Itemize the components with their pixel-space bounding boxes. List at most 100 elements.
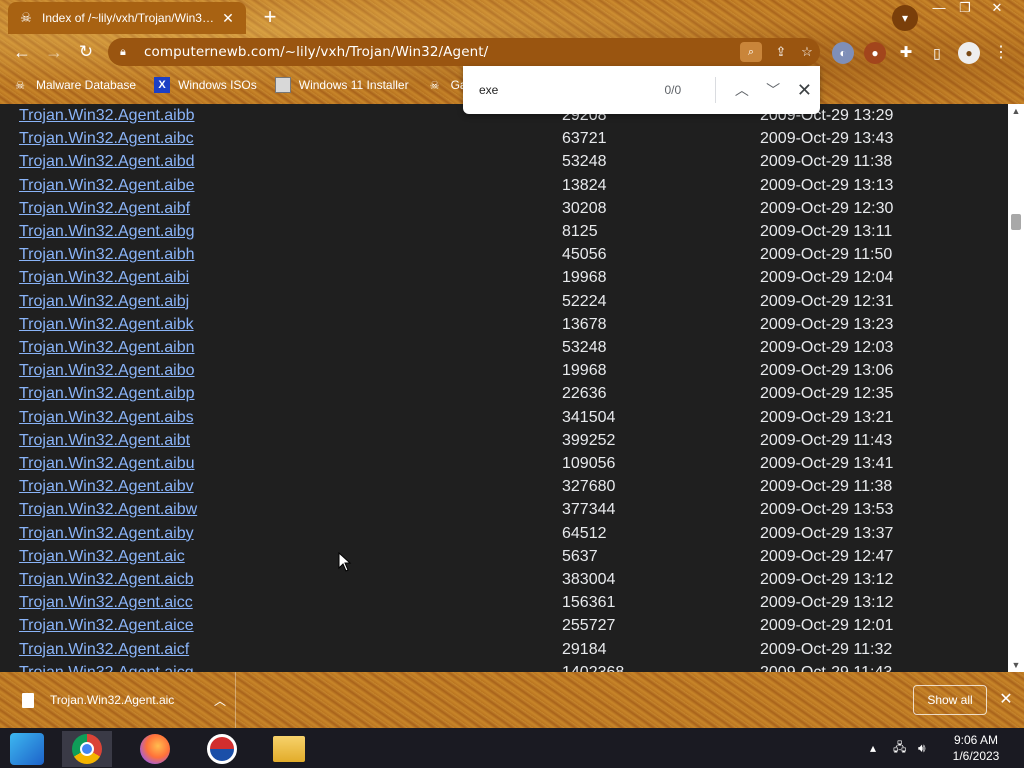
bookmark-star-icon[interactable]: ☆ xyxy=(794,44,820,60)
file-link[interactable]: Trojan.Win32.Agent.aic xyxy=(19,548,185,566)
tab-close-icon[interactable]: ✕ xyxy=(220,10,236,27)
file-link[interactable]: Trojan.Win32.Agent.aiby xyxy=(19,525,194,543)
extension-icon[interactable]: ◐ xyxy=(832,42,854,64)
find-in-page-icon[interactable]: ⌕ xyxy=(740,42,762,62)
skull-icon: ☠ xyxy=(429,79,440,92)
bookmark-windows-isos[interactable]: X Windows ISOs xyxy=(154,77,257,93)
reload-icon[interactable]: ↻ xyxy=(74,40,98,64)
tab-search-chevron-icon[interactable]: ▾ xyxy=(892,5,918,31)
file-link[interactable]: Trojan.Win32.Agent.aibk xyxy=(19,316,194,334)
file-link[interactable]: Trojan.Win32.Agent.aibv xyxy=(19,478,194,496)
file-link[interactable]: Trojan.Win32.Agent.aibi xyxy=(19,269,189,287)
file-link[interactable]: Trojan.Win32.Agent.aicc xyxy=(19,594,193,612)
side-panel-icon[interactable]: ▯ xyxy=(926,42,948,64)
find-close-icon[interactable]: ✕ xyxy=(789,80,820,101)
file-link[interactable]: Trojan.Win32.Agent.aibn xyxy=(19,339,195,357)
taskbar: ▴ 🖧︎ 🔊︎ 9:06 AM 1/6/2023 xyxy=(0,728,1024,768)
table-row: Trojan.Win32.Agent.aibv 327680 2009-Oct-29… xyxy=(0,475,1008,498)
start-button[interactable] xyxy=(2,731,52,767)
url-text[interactable]: computernewb.com/~lily/vxh/Trojan/Win32/… xyxy=(144,44,740,60)
file-link[interactable]: Trojan.Win32.Agent.aibw xyxy=(19,501,197,519)
file-date: 2009-Oct-29 13:11 xyxy=(760,223,893,240)
chevron-up-icon[interactable]: ︿ xyxy=(205,692,235,709)
back-arrow-icon[interactable]: ← xyxy=(10,40,34,64)
file-link[interactable]: Trojan.Win32.Agent.aibj xyxy=(19,293,189,311)
file-date: 2009-Oct-29 12:31 xyxy=(760,292,894,310)
new-tab-button[interactable]: + xyxy=(259,6,281,28)
scroll-down-arrow-icon[interactable]: ▼ xyxy=(1008,658,1024,672)
table-row: Trojan.Win32.Agent.aicf 29184 2009-Oct-29 … xyxy=(0,638,1008,661)
file-link[interactable]: Trojan.Win32.Agent.aibs xyxy=(19,409,194,427)
file-link[interactable]: Trojan.Win32.Agent.aicf xyxy=(19,641,189,659)
find-input[interactable]: exe xyxy=(479,83,664,97)
bookmark-windows-11-installer[interactable]: Windows 11 Installer xyxy=(274,77,409,93)
taskbar-opera[interactable] xyxy=(197,731,247,767)
scrollbar-thumb[interactable] xyxy=(1011,214,1021,230)
vertical-scrollbar[interactable]: ▲ ▼ xyxy=(1008,104,1024,672)
table-row: Trojan.Win32.Agent.aicg 1402368 2009-Oct-2… xyxy=(0,661,1008,672)
taskbar-file-explorer[interactable] xyxy=(264,731,314,767)
file-size: 399252 xyxy=(562,431,616,449)
puzzle-icon[interactable]: ✚ xyxy=(895,42,917,64)
restore-button[interactable]: ❐ xyxy=(948,0,982,18)
download-item[interactable]: Trojan.Win32.Agent.aic ︿ xyxy=(0,672,236,728)
file-link[interactable]: Trojan.Win32.Agent.aibe xyxy=(19,177,195,195)
find-previous-chevron-up-icon[interactable]: ︿ xyxy=(726,80,757,100)
file-link[interactable]: Trojan.Win32.Agent.aibt xyxy=(19,432,190,450)
address-bar[interactable]: 🔒︎ computernewb.com/~lily/vxh/Trojan/Win… xyxy=(108,38,820,66)
volume-icon[interactable]: 🔊︎ xyxy=(918,728,926,768)
table-row: Trojan.Win32.Agent.aibi 19968 2009-Oct-29 … xyxy=(0,266,1008,289)
file-link[interactable]: Trojan.Win32.Agent.aibf xyxy=(19,200,190,218)
share-icon[interactable]: ⇪ xyxy=(768,44,794,60)
show-hidden-icons-chevron-icon[interactable]: ▴ xyxy=(870,728,876,768)
extension-avatar-icon[interactable]: ● xyxy=(864,42,886,64)
forward-arrow-icon[interactable]: → xyxy=(42,40,66,64)
table-row: Trojan.Win32.Agent.aibn 53248 2009-Oct-29 … xyxy=(0,336,1008,359)
taskbar-firefox[interactable] xyxy=(130,731,180,767)
file-date: 2009-Oct-29 11:38 xyxy=(760,478,893,496)
scroll-up-arrow-icon[interactable]: ▲ xyxy=(1008,104,1024,118)
file-link[interactable]: Trojan.Win32.Agent.aibd xyxy=(19,153,195,171)
file-link[interactable]: Trojan.Win32.Agent.aibo xyxy=(19,362,195,380)
file-size: 22636 xyxy=(562,385,607,403)
file-link[interactable]: Trojan.Win32.Agent.aibb xyxy=(19,107,195,125)
profile-icon[interactable]: ● xyxy=(958,42,980,64)
show-all-button[interactable]: Show all xyxy=(913,685,987,715)
firefox-icon xyxy=(140,734,170,764)
lock-icon[interactable]: 🔒︎ xyxy=(120,46,134,59)
system-clock[interactable]: 9:06 AM 1/6/2023 xyxy=(944,732,1008,764)
table-row: Trojan.Win32.Agent.aibp 22636 2009-Oct-29 … xyxy=(0,382,1008,405)
tab-active[interactable]: ☠ Index of /~lily/vxh/Trojan/Win32/Agent… xyxy=(8,2,246,34)
file-date: 2009-Oct-29 13:37 xyxy=(760,524,894,542)
clock-date: 1/6/2023 xyxy=(952,749,1000,763)
file-link[interactable]: Trojan.Win32.Agent.aibp xyxy=(19,385,195,403)
file-link[interactable]: Trojan.Win32.Agent.aicg xyxy=(19,664,194,672)
find-next-chevron-down-icon[interactable]: ﹀ xyxy=(758,80,789,100)
file-date: 2009-Oct-29 13:12 xyxy=(760,571,894,588)
file-link[interactable]: Trojan.Win32.Agent.aibg xyxy=(19,223,195,241)
menu-kebab-icon[interactable]: ⋮ xyxy=(990,42,1012,64)
file-link[interactable]: Trojan.Win32.Agent.aibc xyxy=(19,130,194,148)
table-row: Trojan.Win32.Agent.aibt 399252 2009-Oct-29… xyxy=(0,429,1008,452)
file-link[interactable]: Trojan.Win32.Agent.aicb xyxy=(19,571,194,589)
taskbar-chrome[interactable] xyxy=(62,731,112,767)
folder-icon xyxy=(273,736,305,762)
close-shelf-icon[interactable]: ✕ xyxy=(996,689,1016,709)
network-icon[interactable]: 🖧︎ xyxy=(893,728,906,768)
file-size: 52224 xyxy=(562,292,607,310)
file-date: 2009-Oct-29 12:03 xyxy=(760,339,894,356)
file-link[interactable]: Trojan.Win32.Agent.aibh xyxy=(19,246,195,264)
file-link[interactable]: Trojan.Win32.Agent.aice xyxy=(19,617,194,635)
table-row: Trojan.Win32.Agent.aibc 63721 2009-Oct-29 … xyxy=(0,127,1008,150)
table-row: Trojan.Win32.Agent.aibs 341504 2009-Oct-29… xyxy=(0,406,1008,429)
file-date: 2009-Oct-29 13:41 xyxy=(760,455,894,472)
file-size: 5637 xyxy=(562,547,598,565)
download-file-name: Trojan.Win32.Agent.aic xyxy=(50,693,175,707)
close-window-button[interactable]: ✕ xyxy=(980,0,1014,18)
file-size: 30208 xyxy=(562,199,607,217)
file-size: 53248 xyxy=(562,339,607,356)
file-date: 2009-Oct-29 13:53 xyxy=(760,501,894,519)
file-link[interactable]: Trojan.Win32.Agent.aibu xyxy=(19,455,195,473)
bookmark-malware-database[interactable]: ☠ Malware Database xyxy=(12,77,136,93)
file-date: 2009-Oct-29 11:50 xyxy=(760,246,893,264)
